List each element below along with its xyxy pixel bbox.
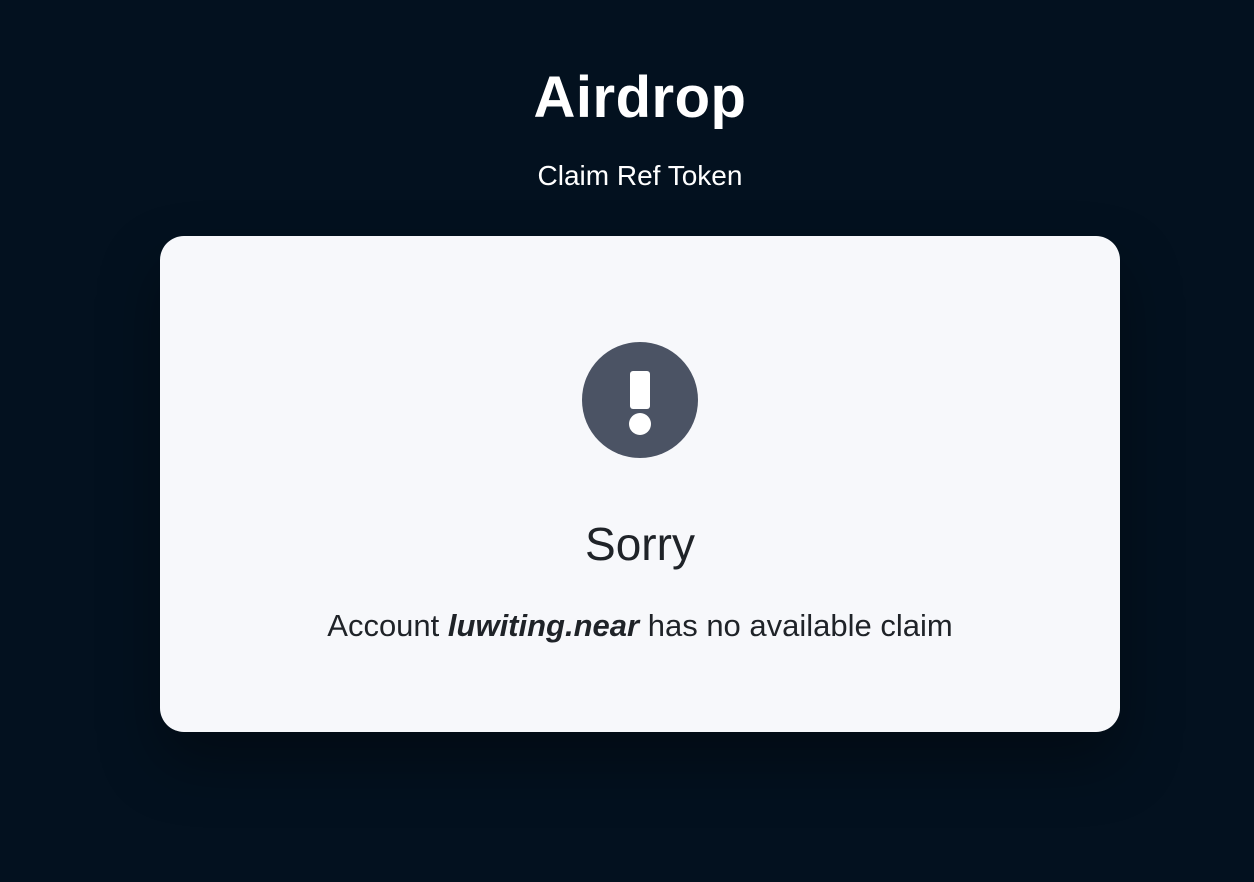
page-title: Airdrop xyxy=(533,65,747,130)
no-claim-message: Account luwiting.near has no available c… xyxy=(160,606,1120,646)
message-suffix: has no available claim xyxy=(647,608,953,643)
page-subtitle: Claim Ref Token xyxy=(537,160,743,191)
account-name: luwiting.near xyxy=(447,608,640,643)
message-prefix: Account xyxy=(327,608,440,643)
exclamation-circle-icon xyxy=(582,342,698,458)
no-claim-card: Sorry Account luwiting.near has no avail… xyxy=(160,236,1120,732)
airdrop-page: Airdrop Claim Ref Token Sorry Account lu… xyxy=(0,0,1254,882)
sorry-heading: Sorry xyxy=(585,518,695,570)
